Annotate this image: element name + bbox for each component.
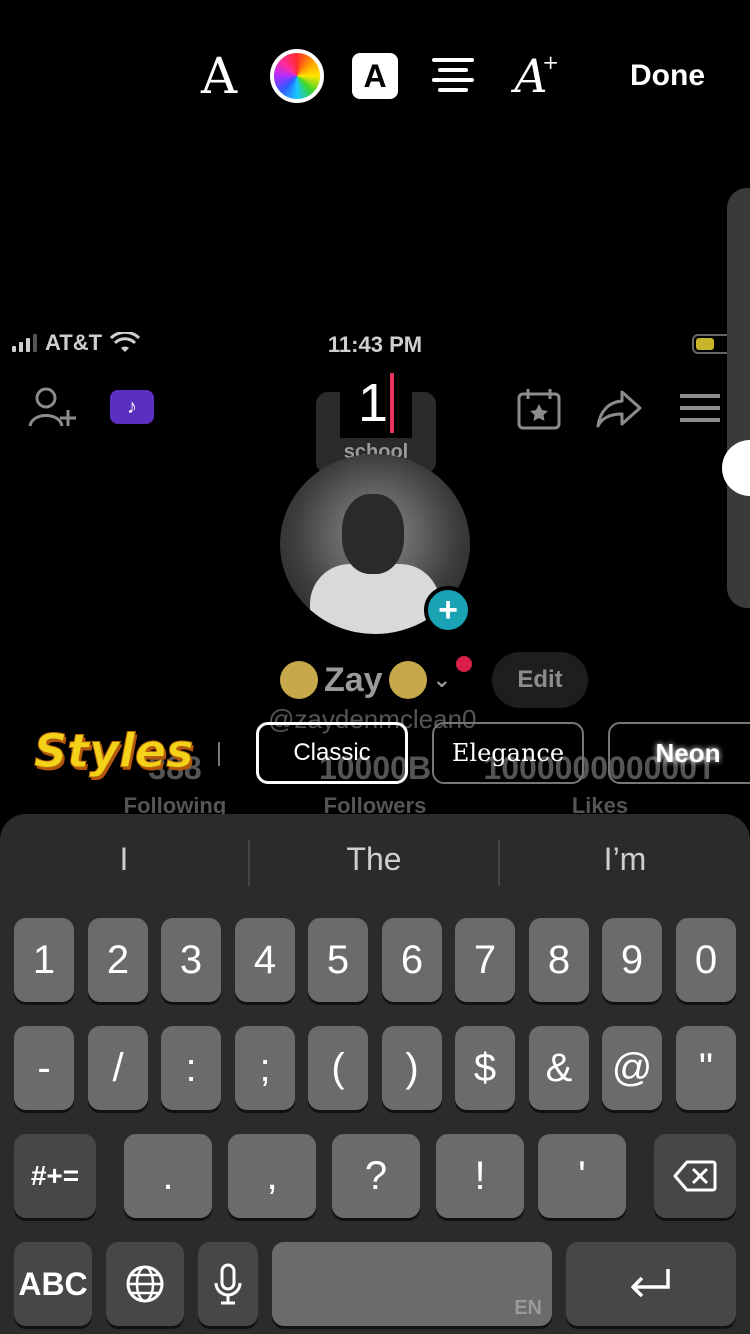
add-friend-icon (28, 387, 76, 427)
key-question[interactable]: ? (332, 1134, 420, 1218)
key-dollar[interactable]: $ (455, 1026, 515, 1110)
tiktok-badge-icon: ♪ (110, 390, 154, 424)
text-effects-icon[interactable]: A + (505, 49, 559, 103)
suggestion-item[interactable]: I’m (500, 814, 750, 904)
key-colon[interactable]: : (161, 1026, 221, 1110)
typed-text: 1 (357, 373, 389, 433)
microphone-key[interactable] (198, 1242, 258, 1326)
key-at[interactable]: @ (602, 1026, 662, 1110)
style-option-classic[interactable]: Classic (256, 722, 408, 784)
share-icon (596, 390, 642, 428)
style-option-elegance[interactable]: Elegance (432, 722, 584, 784)
key-6[interactable]: 6 (382, 918, 442, 1002)
color-wheel (270, 49, 324, 103)
key-9[interactable]: 9 (602, 918, 662, 1002)
key-3[interactable]: 3 (161, 918, 221, 1002)
key-slash[interactable]: / (88, 1026, 148, 1110)
text-background-icon[interactable]: A (352, 50, 398, 102)
edit-profile-button: Edit (492, 652, 588, 708)
status-bar: AT&T 11:43 PM (0, 330, 750, 360)
text-entry[interactable]: 1 (340, 368, 412, 438)
font-style-icon[interactable]: A (193, 50, 245, 102)
globe-key[interactable] (106, 1242, 184, 1326)
sparkle-icon: + (542, 50, 559, 74)
key-dash[interactable]: - (14, 1026, 74, 1110)
key-1[interactable]: 1 (14, 918, 74, 1002)
key-apostrophe[interactable]: ' (538, 1134, 626, 1218)
flushed-face-emoji-icon (280, 661, 318, 699)
key-4[interactable]: 4 (235, 918, 295, 1002)
suggestion-item[interactable]: The (250, 814, 498, 904)
done-button[interactable]: Done (630, 50, 735, 102)
key-ampersand[interactable]: & (529, 1026, 589, 1110)
space-language-label: EN (514, 1297, 542, 1319)
text-style-selector: Styles Classic Elegance Neon (0, 720, 750, 790)
key-exclaim[interactable]: ! (436, 1134, 524, 1218)
microphone-icon (214, 1263, 242, 1305)
calendar-star-icon (517, 389, 561, 430)
key-0[interactable]: 0 (676, 918, 736, 1002)
key-8[interactable]: 8 (529, 918, 589, 1002)
keyboard: I The I’m 1 2 3 4 5 6 7 8 9 0 - / : ; ( … (0, 814, 750, 1334)
suggestion-item[interactable]: I (0, 814, 248, 904)
profile-name-row: Zay ⌄ (280, 650, 451, 710)
key-close-paren[interactable]: ) (382, 1026, 442, 1110)
text-size-slider[interactable] (727, 188, 750, 608)
space-key[interactable]: EN (272, 1242, 552, 1326)
return-icon (631, 1269, 670, 1298)
globe-icon (126, 1265, 164, 1303)
styles-divider (218, 742, 220, 766)
tiktok-badge-glyph: ♪ (127, 395, 137, 418)
status-time: 11:43 PM (327, 332, 423, 357)
key-5[interactable]: 5 (308, 918, 368, 1002)
key-semicolon[interactable]: ; (235, 1026, 295, 1110)
add-story-plus-icon: + (424, 586, 472, 634)
text-background-glyph: A (352, 53, 398, 99)
display-name: Zay (324, 660, 383, 699)
color-wheel-icon[interactable] (270, 49, 324, 103)
key-comma[interactable]: , (228, 1134, 316, 1218)
menu-icon (680, 394, 720, 422)
align-center-glyph (432, 58, 474, 92)
return-key[interactable] (566, 1242, 736, 1326)
font-style-glyph: A (200, 47, 238, 105)
suggestion-bar: I The I’m (0, 814, 750, 904)
backspace-key[interactable] (654, 1134, 736, 1218)
backspace-icon (673, 1160, 717, 1192)
text-caret (390, 373, 395, 433)
abc-key[interactable]: ABC (14, 1242, 92, 1326)
key-2[interactable]: 2 (88, 918, 148, 1002)
style-option-neon[interactable]: Neon (608, 722, 750, 784)
key-symbols[interactable]: #+= (14, 1134, 96, 1218)
styles-title: Styles (33, 724, 194, 779)
key-open-paren[interactable]: ( (308, 1026, 368, 1110)
align-center-icon[interactable] (430, 50, 476, 102)
key-period[interactable]: . (124, 1134, 212, 1218)
key-7[interactable]: 7 (455, 918, 515, 1002)
chevron-down-icon: ⌄ (432, 667, 452, 692)
notification-dot (456, 656, 472, 672)
key-quote[interactable]: " (676, 1026, 736, 1110)
flushed-face-emoji-icon (388, 661, 427, 699)
text-edit-toolbar: A A A + Done (0, 0, 750, 150)
